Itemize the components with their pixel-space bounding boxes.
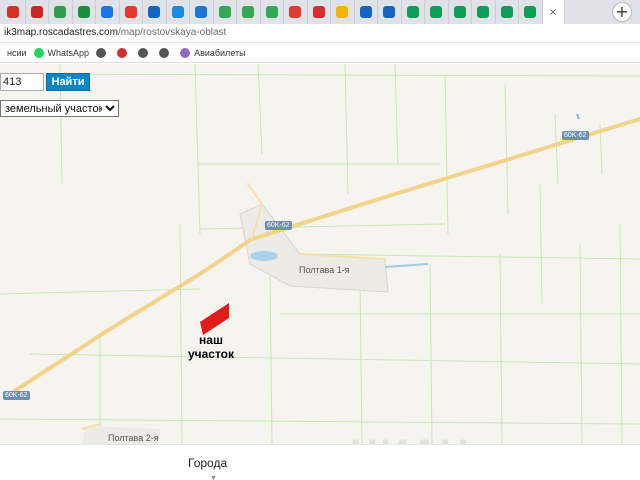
close-icon[interactable]: ×	[549, 7, 557, 18]
image-favicon-icon	[336, 6, 349, 18]
our-plot-label: наш участок	[183, 333, 239, 361]
map-canvas[interactable]: ЦИАН Полтава 1-я Полтава 2-я 60K-62 60K-…	[0, 64, 640, 444]
yandex-favicon-icon	[124, 6, 137, 18]
browser-tab[interactable]	[261, 0, 284, 24]
our-plot-polygon[interactable]	[200, 303, 229, 335]
green-favicon-icon	[77, 6, 90, 18]
dots-favicon-icon	[524, 6, 537, 18]
browser-tab[interactable]	[73, 0, 96, 24]
dots-favicon-icon	[430, 6, 443, 18]
bookmark-item[interactable]	[159, 43, 173, 63]
globe-icon	[138, 47, 149, 58]
stream-small	[576, 113, 580, 120]
settlement-area	[239, 203, 389, 293]
red-favicon-icon	[30, 6, 43, 18]
cadastral-number-input[interactable]	[0, 73, 44, 91]
browser-tab-active[interactable]: ×	[542, 0, 565, 24]
stream	[384, 263, 429, 268]
field-boundaries	[0, 64, 640, 444]
bookmark-label: WhatsApp	[47, 47, 90, 58]
browser-tab[interactable]	[120, 0, 143, 24]
globe-icon	[159, 47, 170, 58]
new-tab-button[interactable]: +	[612, 2, 632, 22]
browser-window: × + ik3map.roscadastres.com/map/rostovsk…	[0, 0, 640, 480]
bookmarks-bar: нсии WhatsApp Авиабилеты	[0, 43, 640, 63]
bookmark-label: нсии	[7, 47, 27, 58]
dots-favicon-icon	[406, 6, 419, 18]
blue-favicon-icon	[195, 6, 208, 18]
our-plot-label-line1: наш	[199, 333, 223, 347]
address-bar[interactable]: ik3map.roscadastres.com/map/rostovskaya-…	[0, 24, 640, 43]
browser-tab[interactable]	[167, 0, 190, 24]
url-text[interactable]: ik3map.roscadastres.com/map/rostovskaya-…	[4, 27, 226, 38]
browser-tab[interactable]	[143, 0, 167, 24]
browser-tab[interactable]	[308, 0, 331, 24]
blue-favicon-icon	[383, 6, 396, 18]
browser-tab[interactable]	[496, 0, 519, 24]
green-favicon-icon	[265, 6, 278, 18]
village-label-poltava-2: Полтава 2-я	[108, 433, 159, 443]
dots-favicon-icon	[500, 6, 513, 18]
green-favicon-icon	[54, 6, 67, 18]
red-favicon-icon	[312, 6, 325, 18]
bookmark-item[interactable]: WhatsApp	[33, 43, 90, 63]
map-layer	[0, 64, 640, 444]
browser-tab[interactable]	[214, 0, 237, 24]
blue-favicon-icon	[101, 6, 114, 18]
bookmark-label: Авиабилеты	[194, 47, 246, 58]
blue-favicon-icon	[359, 6, 372, 18]
green-favicon-icon	[218, 6, 231, 18]
road-badge: 60K-62	[265, 221, 292, 230]
dots-favicon-icon	[477, 6, 490, 18]
bookmark-item[interactable]: нсии	[7, 43, 27, 63]
road-badge: 60K-62	[3, 391, 30, 400]
cities-link[interactable]: Города	[188, 456, 227, 470]
cadastral-search: Найти	[0, 73, 90, 91]
our-plot-label-line2: участок	[187, 347, 235, 361]
watermark-logo: ЦИАН	[350, 432, 470, 444]
find-button[interactable]: Найти	[46, 73, 90, 91]
bookmark-item[interactable]	[117, 43, 131, 63]
url-path: /map/rostovskaya-oblast	[117, 27, 227, 38]
browser-tab[interactable]	[49, 0, 73, 24]
browser-tab[interactable]	[331, 0, 355, 24]
browser-tab[interactable]	[355, 0, 378, 24]
browser-tab[interactable]	[237, 0, 261, 24]
chevron-down-icon: ▼	[210, 475, 217, 480]
globe-icon	[96, 47, 107, 58]
plane-icon	[180, 47, 191, 58]
browser-tab[interactable]	[190, 0, 214, 24]
browser-tab[interactable]	[472, 0, 496, 24]
bookmark-item[interactable]: Авиабилеты	[180, 43, 246, 63]
bookmark-item[interactable]	[138, 43, 152, 63]
browser-tab[interactable]	[378, 0, 402, 24]
tab-strip: ×	[0, 0, 640, 24]
blue-favicon-icon	[171, 6, 184, 18]
road-badge: 60K-62	[562, 131, 589, 140]
blue-favicon-icon	[148, 6, 161, 18]
page-footer: Города ▼	[0, 444, 640, 480]
browser-tab[interactable]	[402, 0, 425, 24]
bookmark-item[interactable]	[96, 43, 110, 63]
village-label-poltava-1: Полтава 1-я	[299, 265, 350, 275]
browser-tab[interactable]	[519, 0, 543, 24]
dots-favicon-icon	[453, 6, 466, 18]
yandex-favicon-icon	[289, 6, 302, 18]
browser-tab[interactable]	[449, 0, 472, 24]
pond	[250, 251, 278, 261]
home-icon	[117, 47, 128, 58]
browser-tab[interactable]	[96, 0, 120, 24]
browser-tab[interactable]	[2, 0, 26, 24]
url-host: ik3map.roscadastres.com	[4, 27, 118, 38]
red-favicon-icon	[7, 6, 20, 18]
object-type-select[interactable]: земельный участок	[0, 100, 119, 117]
browser-tab[interactable]	[284, 0, 308, 24]
browser-tab[interactable]	[425, 0, 449, 24]
green-favicon-icon	[242, 6, 255, 18]
browser-tab[interactable]	[26, 0, 49, 24]
whatsapp-icon	[33, 47, 44, 58]
